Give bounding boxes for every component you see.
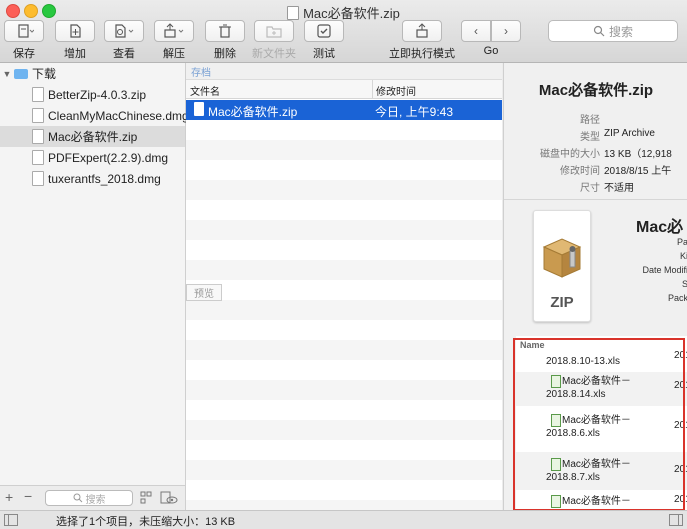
execute-icon [416, 23, 428, 38]
sidebar-search-input[interactable]: 搜索 [45, 490, 133, 506]
empty-row-stripe [186, 500, 502, 510]
sidebar-item[interactable]: BetterZip-4.0.3.zip [0, 84, 185, 105]
info-field-size: 磁盘中的大小 13 KB（12,918 [540, 149, 672, 160]
highlight-box [513, 338, 685, 511]
empty-row-stripe [186, 260, 502, 280]
empty-row-stripe [186, 420, 502, 440]
search-placeholder: 搜索 [608, 24, 633, 39]
folder-icon [14, 68, 28, 79]
sidebar-item[interactable]: tuxerantfs_2018.dmg [0, 168, 185, 189]
row-name: Mac必备软件.zip [208, 105, 298, 119]
save-icon [18, 24, 34, 38]
trash-icon [219, 24, 231, 38]
chevron-left-icon: ‹ [474, 24, 478, 38]
new-folder-label: 新文件夹 [252, 48, 296, 60]
execute-mode-button[interactable] [402, 20, 442, 42]
status-bar: 选择了1个项目，未压缩大小：13 KB [0, 510, 687, 529]
info-divider [504, 199, 687, 200]
search-icon [73, 493, 82, 503]
preview-label: S [682, 279, 687, 289]
back-button[interactable]: ‹ [461, 20, 491, 42]
add-file-icon [70, 24, 81, 38]
sidebar-root-downloads[interactable]: ▼ 下载 [0, 63, 185, 84]
delete-label: 删除 [214, 48, 236, 60]
go-label: Go [483, 45, 499, 57]
view-button[interactable] [104, 20, 144, 42]
search-icon [593, 25, 605, 37]
archive-tag: 存档 [186, 63, 502, 80]
preview-tag: 预览 [186, 284, 222, 301]
table-row-selected[interactable]: Mac必备软件.zip 今日, 上午9:43 [186, 100, 502, 120]
title-bar: Mac必备软件.zip 保存 增加 查看 解压 删除 新文件夹 测试 立即执行模… [0, 0, 687, 63]
add-button[interactable] [55, 20, 95, 42]
file-icon [32, 171, 44, 186]
empty-row-stripe [186, 180, 502, 200]
info-field-dimensions: 尺寸 不适用 [580, 183, 634, 194]
sidebar-footer: + − 搜索 [0, 485, 186, 511]
column-header-name[interactable]: 文件名 [190, 83, 220, 98]
chevron-right-icon: › [504, 24, 508, 38]
file-icon [32, 87, 44, 102]
sidebar-item[interactable]: PDFExpert(2.2.9).dmg [0, 147, 185, 168]
new-folder-button[interactable] [254, 20, 294, 42]
sidebar-item-selected[interactable]: Mac必备软件.zip [0, 126, 185, 147]
add-icon[interactable]: + [5, 489, 13, 505]
extract-button[interactable] [154, 20, 194, 42]
empty-row-stripe [186, 300, 502, 320]
preview-label: Pack [667, 293, 687, 303]
info-field-type: 类型 ZIP Archive [580, 128, 655, 143]
sidebar-item[interactable]: CleanMyMacChinese.dmg [0, 105, 189, 126]
file-list-header: 文件名 修改时间 [186, 80, 502, 99]
zip-archive-icon: ZIP [533, 210, 591, 322]
remove-icon[interactable]: − [24, 488, 32, 504]
file-list-pane: 存档 文件名 修改时间 Mac必备软件.zip 今日, 上午9:43 预览 [186, 63, 502, 510]
sidebar: ▼ 下载 BetterZip-4.0.3.zip CleanMyMacChine… [0, 63, 189, 485]
sidebar-toggle-icon[interactable] [4, 514, 18, 526]
status-text: 选择了1个项目，未压缩大小：13 KB [56, 516, 236, 528]
test-label: 测试 [313, 48, 335, 60]
execute-mode-label: 立即执行模式 [389, 48, 455, 60]
info-pane-toggle-icon[interactable] [669, 514, 683, 526]
forward-button[interactable]: › [491, 20, 521, 42]
zip-file-icon [194, 102, 204, 116]
delete-button[interactable] [205, 20, 245, 42]
row-modified: 今日, 上午9:43 [375, 105, 454, 119]
box-icon [542, 238, 582, 278]
preview-label: Ki [679, 251, 687, 261]
zip-file-icon [287, 6, 300, 20]
save-button[interactable] [4, 20, 44, 42]
checkbox-icon [317, 24, 331, 38]
file-icon [32, 150, 44, 165]
zip-label: ZIP [550, 294, 574, 311]
preview-title: Mac必 [636, 219, 684, 236]
new-folder-icon [266, 26, 282, 38]
empty-row-stripe [186, 340, 502, 360]
search-input[interactable]: 搜索 [548, 20, 678, 42]
info-field-path: 路径 [580, 115, 600, 126]
preview-label: Pa [676, 237, 687, 247]
column-divider[interactable] [372, 80, 373, 98]
eye-icon[interactable] [160, 491, 178, 505]
add-label: 增加 [64, 48, 86, 60]
view-icon [115, 24, 134, 38]
empty-row-stripe [186, 380, 502, 400]
disclosure-triangle-icon[interactable]: ▼ [0, 69, 14, 79]
extract-label: 解压 [163, 48, 185, 60]
view-label: 查看 [113, 48, 135, 60]
filter-icon[interactable] [140, 491, 152, 505]
info-title: Mac必备软件.zip [538, 82, 654, 99]
info-field-modified: 修改时间 2018/8/15 上午 [560, 166, 672, 177]
file-icon [32, 129, 44, 144]
preview-label: Date Modifi [642, 265, 687, 275]
empty-row-stripe [186, 220, 502, 240]
save-label: 保存 [13, 48, 35, 60]
empty-row-stripe [186, 140, 502, 160]
column-header-modified[interactable]: 修改时间 [376, 83, 416, 98]
file-icon [32, 108, 44, 123]
test-button[interactable] [304, 20, 344, 42]
extract-icon [164, 23, 184, 38]
empty-row-stripe [186, 460, 502, 480]
